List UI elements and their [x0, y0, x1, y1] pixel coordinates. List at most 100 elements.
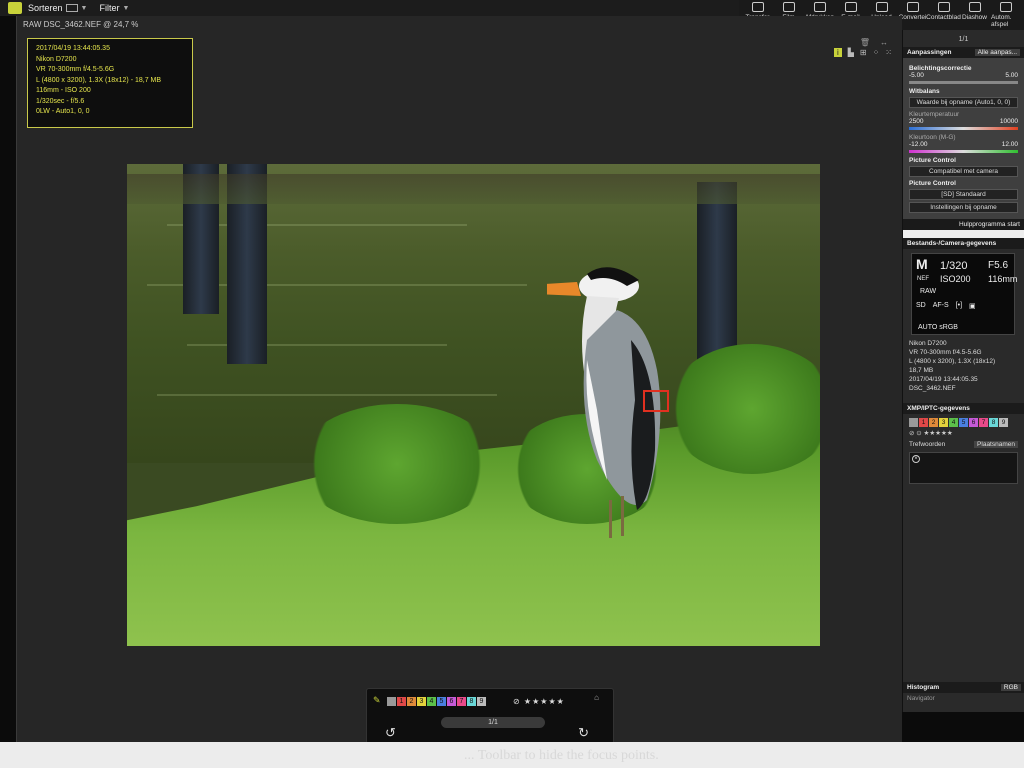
- picture-control-settings-button[interactable]: Instellingen bij opname: [909, 202, 1018, 213]
- info-line: 1/320sec - f/5.6: [36, 97, 85, 105]
- color-label[interactable]: 3: [417, 697, 426, 706]
- cam-raw: RAW: [920, 288, 937, 295]
- adjustments-header[interactable]: Aanpassingen Alle aanpas...: [903, 47, 1024, 58]
- panel-divider: [903, 230, 1024, 238]
- temp-label: Kleurtemperatuur: [909, 111, 960, 118]
- chevron-down-icon: ▼: [122, 4, 130, 12]
- rotate-right-icon[interactable]: ↻: [578, 725, 589, 741]
- xmp-rating[interactable]: ⊘ ⊙ ★★★★★: [903, 427, 1024, 439]
- toolbar-button-label: Diashow: [962, 14, 987, 21]
- focus-point-toggle-icon[interactable]: ⊞: [860, 48, 867, 57]
- xmp-header[interactable]: XMP/IPTC-gegevens: [903, 403, 1024, 414]
- temp-min: 2500: [909, 118, 924, 125]
- adjustments-select[interactable]: Alle aanpas...: [974, 49, 1020, 56]
- viewer-display-icons: i ▙ ⊞ ⁘ ⁙: [833, 48, 892, 57]
- filter-menu-label: Filter: [99, 3, 120, 13]
- protect-icon[interactable]: ⌂: [594, 693, 599, 702]
- color-label[interactable]: 8: [467, 697, 476, 706]
- color-label[interactable]: 8: [989, 418, 998, 427]
- cam-focal: 116mm: [988, 274, 1018, 284]
- picture-control-label: Picture Control: [909, 157, 956, 164]
- toolbar-button-label: Contactblad: [926, 14, 961, 21]
- tint-min: -12.00: [909, 141, 928, 148]
- photo-preview[interactable]: [127, 164, 820, 646]
- tint-slider[interactable]: [909, 150, 1018, 153]
- color-label[interactable]: 2: [407, 697, 416, 706]
- toolbar-button-contactblad[interactable]: Contactblad: [926, 2, 961, 30]
- color-label[interactable]: 9: [999, 418, 1008, 427]
- exposure-min: -5.00: [909, 72, 924, 79]
- file-info-line: Nikon D7200: [909, 340, 947, 347]
- wb-select[interactable]: Waarde bij opname (Auto1, 0, 0): [909, 97, 1018, 108]
- rating-stars[interactable]: ⊘ ★★★★★: [513, 697, 565, 706]
- color-label[interactable]: 2: [929, 418, 938, 427]
- color-label[interactable]: 1: [919, 418, 928, 427]
- navigator-label[interactable]: Navigator: [903, 693, 1024, 704]
- toolbar-button-diashow[interactable]: Diashow: [960, 2, 989, 30]
- helper-start-button[interactable]: Hulpprogramma start: [903, 219, 1024, 230]
- color-label[interactable]: 6: [447, 697, 456, 706]
- slideshow-icon: [968, 2, 981, 12]
- printer-icon: [813, 2, 826, 12]
- color-label-selector[interactable]: 123456789: [387, 697, 486, 706]
- tint-max: 12.00: [1001, 141, 1018, 148]
- xmp-color-labels[interactable]: 123456789: [903, 414, 1024, 427]
- color-label[interactable]: 7: [457, 697, 466, 706]
- histogram-header[interactable]: Histogram RGB: [903, 682, 1024, 693]
- adjustments-section: Belichtingscorrectie -5.00 5.00 Witbalans…: [903, 58, 1024, 219]
- color-label[interactable]: 3: [939, 418, 948, 427]
- filter-menu[interactable]: Filter ▼: [99, 3, 129, 13]
- temperature-slider[interactable]: [909, 127, 1018, 130]
- highlights-icon[interactable]: ⁘: [873, 48, 880, 57]
- shadows-icon[interactable]: ⁙: [885, 48, 892, 57]
- keywords-label: Trefwoorden: [909, 441, 946, 448]
- cam-nef: NEF: [917, 276, 929, 282]
- file-info-line: DSC_3462.NEF: [909, 385, 956, 392]
- convert-icon: [906, 2, 919, 12]
- color-label[interactable]: 4: [427, 697, 436, 706]
- cam-setting: SD: [916, 302, 926, 309]
- color-label[interactable]: 4: [949, 418, 958, 427]
- keywords-input[interactable]: ×: [909, 452, 1018, 484]
- toolbar-button-autom-afspel[interactable]: Autom. afspel: [991, 2, 1020, 30]
- sort-menu[interactable]: Sorteren ▼: [28, 3, 87, 13]
- app-logo-icon: [8, 2, 22, 14]
- trash-icon[interactable]: 🗑: [860, 38, 870, 47]
- info-line: VR 70-300mm f/4.5-5.6G: [36, 66, 115, 73]
- chevron-down-icon: ▼: [80, 4, 88, 12]
- temp-max: 10000: [999, 118, 1018, 125]
- cam-aperture: F5.6: [988, 260, 1009, 271]
- place-names-button[interactable]: Plaatsnamen: [974, 441, 1018, 448]
- color-label[interactable]: 9: [477, 697, 486, 706]
- rotate-left-icon[interactable]: ↺: [385, 725, 396, 741]
- cam-setting: ▣: [969, 303, 976, 310]
- histogram-title: Histogram: [907, 684, 940, 691]
- color-label[interactable]: 6: [969, 418, 978, 427]
- picture-control-value[interactable]: [SD] Standaard: [909, 189, 1018, 200]
- info-line: 116mm - ISO 200: [36, 87, 91, 94]
- file-camera-header[interactable]: Bestands-/Camera-gegevens: [903, 238, 1024, 249]
- label-none[interactable]: [387, 697, 396, 706]
- file-info-line: 2017/04/19 13:44:05.35: [909, 376, 978, 383]
- exposure-slider[interactable]: [909, 81, 1018, 84]
- color-label[interactable]: 1: [397, 697, 406, 706]
- image-viewer: RAW DSC_3462.NEF @ 24,7 % 2017/04/19 13:…: [16, 16, 917, 754]
- info-line: 2017/04/19 13:44:05.35: [36, 45, 110, 52]
- toolbar-button-convertei[interactable]: Convertei: [898, 2, 927, 30]
- pin-icon[interactable]: ✎: [373, 695, 381, 706]
- autoplay-icon: [999, 2, 1012, 12]
- color-label[interactable]: 5: [959, 418, 968, 427]
- color-label[interactable]: 5: [437, 697, 446, 706]
- viewer-top-icons: 🗑 ↔: [860, 38, 888, 47]
- toolbar-button-label: Convertei: [898, 14, 927, 21]
- fit-icon[interactable]: ↔: [880, 38, 888, 47]
- cam-shutter: 1/320: [940, 260, 968, 272]
- histogram-mode-select[interactable]: RGB: [1000, 684, 1021, 691]
- histogram-toggle-icon[interactable]: ▙: [848, 48, 854, 57]
- view-mode-icon[interactable]: [65, 4, 78, 12]
- info-toggle-icon[interactable]: i: [833, 48, 842, 57]
- clear-icon[interactable]: ×: [912, 455, 920, 463]
- label-none[interactable]: [909, 418, 918, 427]
- picture-control-select[interactable]: Compatibel met camera: [909, 166, 1018, 177]
- color-label[interactable]: 7: [979, 418, 988, 427]
